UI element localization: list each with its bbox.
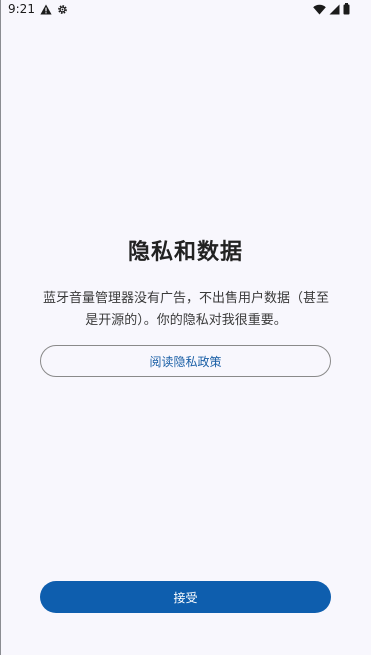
privacy-description: 蓝牙音量管理器没有广告，不出售用户数据（甚至是开源的）。你的隐私对我很重要。 [42, 291, 329, 328]
status-bar-right [313, 3, 350, 15]
settings-icon [57, 4, 68, 15]
page-title: 隐私和数据 [127, 240, 243, 265]
battery-icon [343, 3, 350, 15]
warning-icon [40, 4, 52, 15]
read-privacy-policy-label: 阅读隐私政策 [149, 354, 222, 369]
status-time: 9:21 [8, 2, 35, 16]
status-bar: 9:21 [0, 0, 371, 20]
wifi-icon [313, 4, 326, 15]
accept-button[interactable]: 接受 [40, 581, 331, 613]
window-left-edge [0, 0, 1, 655]
read-privacy-policy-button[interactable]: 阅读隐私政策 [40, 345, 331, 377]
signal-icon [329, 4, 340, 15]
status-bar-left: 9:21 [8, 2, 68, 16]
accept-button-label: 接受 [173, 590, 198, 605]
